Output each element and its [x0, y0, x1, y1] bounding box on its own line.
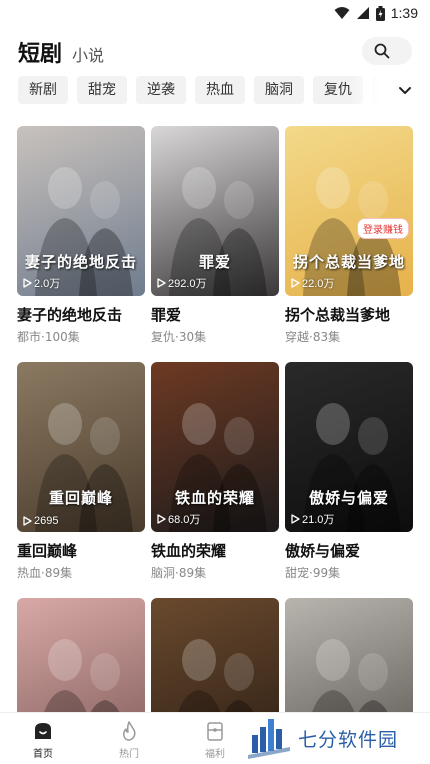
status-time: 1:39	[390, 5, 418, 21]
play-icon	[157, 278, 166, 288]
chevron-down-icon[interactable]	[396, 82, 414, 100]
category-list: 新剧甜宠逆袭热血脑洞复仇家庭	[18, 76, 388, 106]
drama-poster[interactable]: 拐个总裁当爹地 登录赚钱 22.0万	[285, 126, 413, 296]
drama-poster[interactable]: 重回巅峰 2695	[17, 362, 145, 532]
search-button[interactable]	[362, 37, 412, 65]
poster-artwork	[312, 639, 388, 712]
nav-hot[interactable]: 热门	[99, 719, 159, 760]
nav-hot-label: 热门	[119, 749, 139, 760]
drama-grid: 妻子的绝地反击 2.0万 妻子的绝地反击 都市·100集 罪爱 292.0万 罪爱 复仇·30…	[0, 126, 430, 712]
category-chip[interactable]: 热血	[195, 76, 245, 104]
drama-meta: 热血·89集	[17, 566, 73, 580]
drama-title[interactable]: 罪爱	[151, 304, 279, 325]
nav-welfare-label: 福利	[205, 749, 225, 760]
drama-title[interactable]: 傲娇与偏爱	[285, 540, 413, 561]
nav-home[interactable]: 首页	[13, 719, 73, 760]
play-icon	[23, 278, 32, 288]
drama-poster[interactable]: 罪爱 292.0万	[151, 126, 279, 296]
flame-icon	[123, 721, 136, 741]
category-bar: 新剧甜宠逆袭热血脑洞复仇家庭	[0, 76, 430, 106]
play-count-value: 21.0万	[302, 514, 335, 526]
poster-title-art: 重回巅峰	[48, 489, 113, 507]
category-chip[interactable]: 甜宠	[77, 76, 127, 104]
drama-meta: 脑洞·89集	[151, 566, 207, 580]
drama-title[interactable]: 拐个总裁当爹地	[285, 304, 413, 325]
header: 短剧 小说	[0, 28, 430, 72]
play-count-value: 2695	[34, 515, 59, 527]
home-icon	[35, 723, 51, 739]
poster-title-art: 妻子的绝地反击	[24, 253, 137, 271]
drama-poster[interactable]	[17, 598, 145, 712]
category-chip[interactable]: 脑洞	[254, 76, 304, 104]
play-count-value: 22.0万	[302, 278, 335, 290]
poster-title-art: 罪爱	[198, 253, 231, 271]
drama-poster[interactable]: 傲娇与偏爱 21.0万	[285, 362, 413, 532]
drama-meta: 穿越·83集	[285, 330, 341, 344]
poster-title-art: 铁血的荣耀	[174, 489, 255, 507]
drama-card[interactable]: 妻子的绝地反击 2.0万 妻子的绝地反击 都市·100集	[17, 126, 145, 345]
login-earn-badge[interactable]: 登录赚钱	[357, 218, 409, 239]
drama-poster[interactable]: 铁血的荣耀 68.0万	[151, 362, 279, 532]
status-icons: 1:39	[334, 4, 418, 22]
drama-title[interactable]: 重回巅峰	[17, 540, 145, 561]
drama-poster[interactable]: 妻子的绝地反击 2.0万	[17, 126, 145, 296]
drama-poster[interactable]	[151, 598, 279, 712]
drama-card[interactable]: 罪爱 292.0万 罪爱 复仇·30集	[151, 126, 279, 345]
poster-artwork	[44, 639, 120, 712]
status-bar: 1:39	[0, 0, 430, 26]
drama-card[interactable]: 傲娇与偏爱 21.0万 傲娇与偏爱 甜宠·99集	[285, 362, 413, 581]
drama-card[interactable]	[151, 598, 279, 712]
drama-meta: 复仇·30集	[151, 330, 207, 344]
watermark: 七分软件园	[246, 716, 430, 760]
play-count: 2695	[23, 515, 58, 527]
drama-card[interactable]	[17, 598, 145, 712]
play-icon	[291, 278, 300, 288]
drama-title[interactable]: 妻子的绝地反击	[17, 304, 145, 325]
play-count-value: 292.0万	[168, 278, 207, 290]
poster-title-art: 拐个总裁当爹地	[292, 253, 405, 271]
play-icon	[291, 514, 300, 524]
drama-card[interactable]	[285, 598, 413, 712]
category-chip[interactable]: 新剧	[18, 76, 68, 104]
drama-poster[interactable]	[285, 598, 413, 712]
play-count: 68.0万	[157, 511, 200, 527]
play-count: 2.0万	[23, 275, 60, 291]
drama-meta: 都市·100集	[17, 330, 80, 344]
battery-icon	[375, 5, 385, 21]
signal-icon	[356, 7, 369, 19]
play-count: 21.0万	[291, 511, 334, 527]
watermark-text: 七分软件园	[298, 728, 399, 751]
category-chip[interactable]: 逆袭	[136, 76, 186, 104]
poster-title-art: 傲娇与偏爱	[308, 489, 389, 507]
watermark-logo	[248, 719, 290, 759]
play-count-value: 68.0万	[168, 514, 201, 526]
drama-meta: 甜宠·99集	[285, 566, 341, 580]
tab-novel[interactable]: 小说	[72, 42, 104, 66]
drama-card[interactable]: 铁血的荣耀 68.0万 铁血的荣耀 脑洞·89集	[151, 362, 279, 581]
search-icon	[374, 43, 390, 59]
wifi-icon	[334, 7, 350, 19]
drama-title[interactable]: 铁血的荣耀	[151, 540, 279, 561]
gift-icon	[207, 722, 223, 741]
drama-card[interactable]: 拐个总裁当爹地 登录赚钱 22.0万 拐个总裁当爹地 穿越·83集	[285, 126, 413, 345]
play-count: 22.0万	[291, 275, 334, 291]
play-icon	[157, 514, 166, 524]
nav-home-label: 首页	[33, 749, 53, 760]
drama-card[interactable]: 重回巅峰 2695 重回巅峰热血·89集	[17, 362, 145, 581]
poster-artwork	[178, 639, 254, 712]
tab-short-drama[interactable]: 短剧	[18, 36, 62, 68]
play-count-value: 2.0万	[34, 278, 61, 290]
play-icon	[23, 516, 32, 526]
play-count: 292.0万	[157, 275, 207, 291]
nav-welfare[interactable]: 福利	[185, 719, 245, 760]
category-fade	[350, 76, 392, 106]
